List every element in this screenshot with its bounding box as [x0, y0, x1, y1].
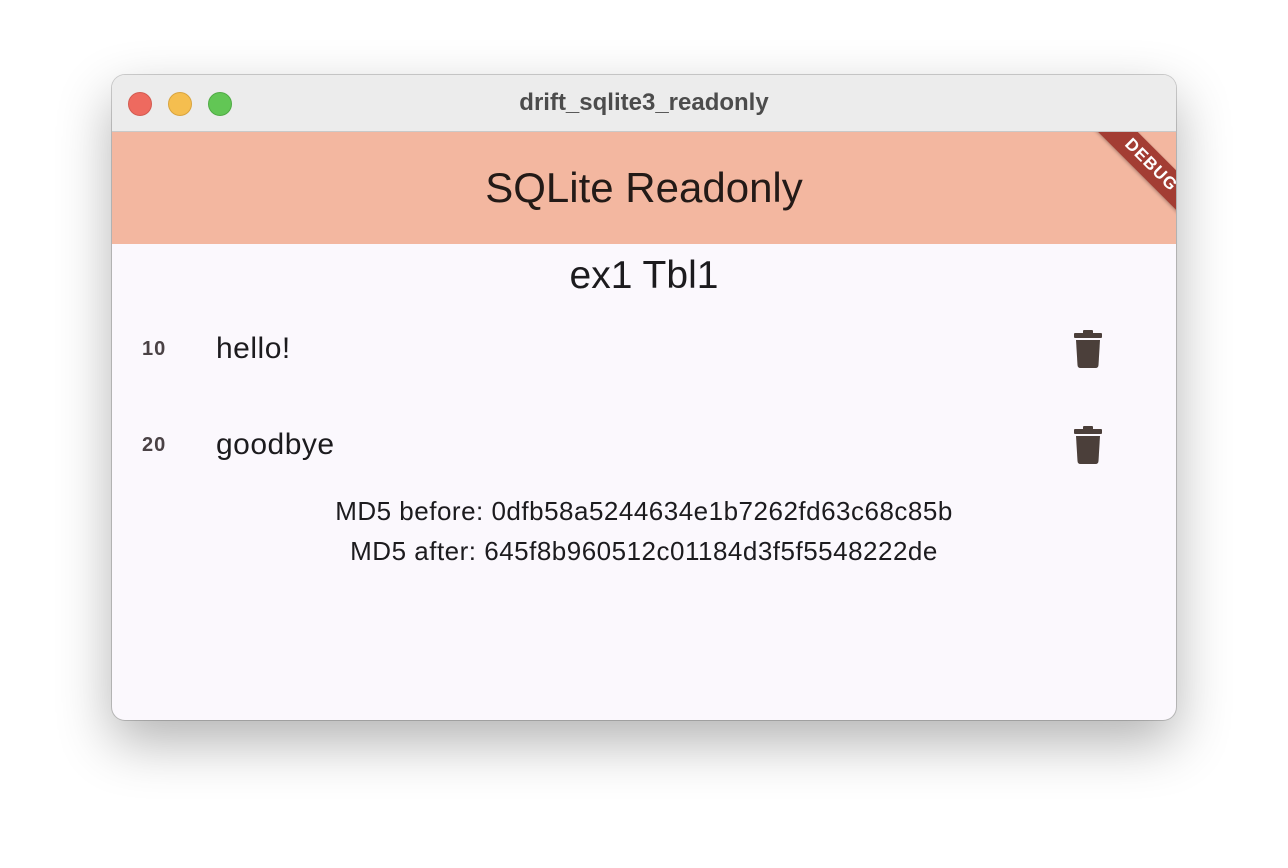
row-id: 10 — [142, 338, 167, 360]
app-bar-title: SQLite Readonly — [485, 164, 803, 211]
list-item: 10 hello! — [112, 319, 1176, 379]
delete-button[interactable] — [1068, 329, 1108, 369]
window-title: drift_sqlite3_readonly — [519, 89, 769, 116]
md5-after-text: MD5 after: 645f8b960512c01184d3f5f554822… — [350, 536, 938, 566]
delete-button[interactable] — [1068, 425, 1108, 465]
trash-icon — [1074, 426, 1102, 464]
row-label: goodbye — [216, 428, 335, 461]
section-title: ex1 Tbl1 — [569, 254, 719, 297]
app-bar: SQLite Readonly — [112, 132, 1176, 244]
list-item: 20 goodbye — [112, 415, 1176, 475]
md5-before-text: MD5 before: 0dfb58a5244634e1b7262fd63c68… — [335, 496, 953, 526]
row-label: hello! — [216, 332, 291, 365]
title-bar[interactable]: drift_sqlite3_readonly — [112, 75, 1176, 132]
trash-icon — [1074, 330, 1102, 368]
row-id: 20 — [142, 434, 167, 456]
app-window: drift_sqlite3_readonly SQLite Readonly D… — [112, 75, 1176, 720]
